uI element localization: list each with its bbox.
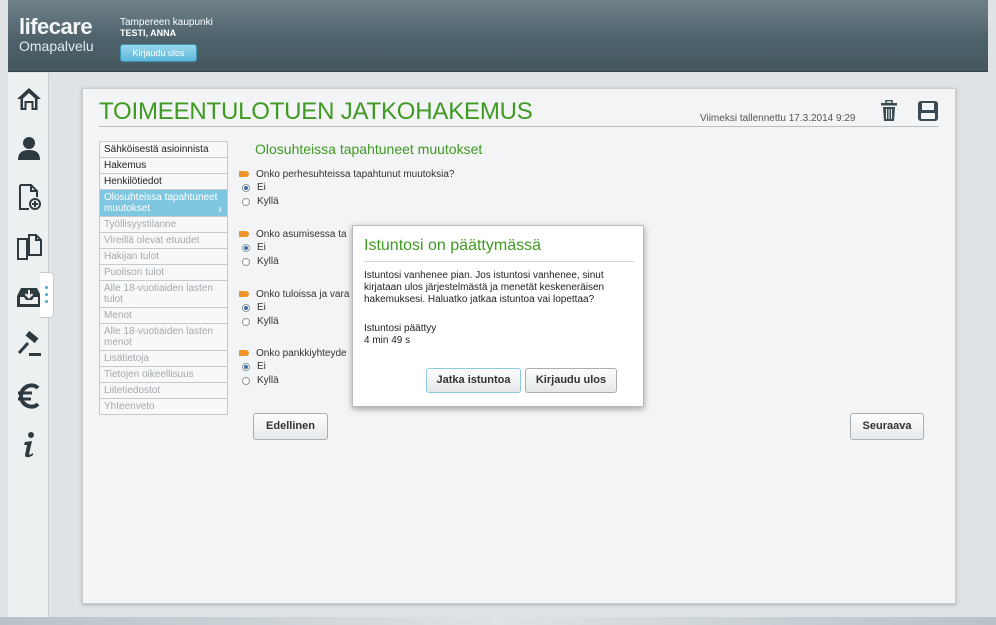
step-item-personal-info[interactable]: Henkilötiedot <box>99 173 228 189</box>
step-item-applicant-income: Hakijan tulot <box>99 248 228 264</box>
dialog-divider <box>364 261 634 262</box>
step-item-attachments: Liitetiedostot <box>99 382 228 398</box>
user-name: TESTI, ANNA <box>120 28 177 38</box>
radio-selected-icon[interactable] <box>242 363 250 371</box>
radio-option-no[interactable]: Ei <box>239 360 347 374</box>
radio-option-yes[interactable]: Kyllä <box>239 195 454 209</box>
step-item-additional-info: Lisätietoja <box>99 350 228 366</box>
radio-icon[interactable] <box>242 377 250 385</box>
sidebar <box>8 73 49 618</box>
euro-icon[interactable] <box>8 376 49 416</box>
last-saved-label: Viimeksi tallennettu 17.3.2014 9:29 <box>700 113 856 124</box>
radio-option-yes[interactable]: Kyllä <box>239 315 349 329</box>
dialog-title: Istuntosi on päättymässä <box>364 237 541 254</box>
radio-option-no[interactable]: Ei <box>239 181 454 195</box>
arrow-icon <box>239 231 249 237</box>
question-income: Onko tuloissa ja vara Ei Kyllä <box>239 288 349 329</box>
sidebar-expand-handle[interactable] <box>40 272 54 318</box>
radio-option-yes[interactable]: Kyllä <box>239 255 347 269</box>
session-status-label: Istuntosi päättyy <box>364 323 437 334</box>
arrow-icon <box>239 171 249 177</box>
step-item-pending-benefits: Vireillä olevat etuudet <box>99 232 228 248</box>
radio-icon[interactable] <box>242 258 250 266</box>
step-item-changes[interactable]: Olosuhteissa tapahtuneet muutokset <box>99 189 228 216</box>
question-family: Onko perhesuhteissa tapahtunut muutoksia… <box>239 168 454 209</box>
person-icon[interactable] <box>8 128 49 168</box>
question-text: Onko perhesuhteissa tapahtunut muutoksia… <box>239 168 454 181</box>
arrow-icon <box>239 291 249 297</box>
step-item-spouse-income: Puolison tulot <box>99 264 228 280</box>
radio-option-yes[interactable]: Kyllä <box>239 374 347 388</box>
radio-selected-icon[interactable] <box>242 184 250 192</box>
organization-name: Tampereen kaupunki <box>120 17 213 28</box>
dialog-message: Istuntosi vanhenee pian. Jos istuntosi v… <box>364 270 605 305</box>
session-timeout-dialog: Istuntosi on päättymässä Istuntosi vanhe… <box>352 225 644 407</box>
previous-button[interactable]: Edellinen <box>253 413 328 440</box>
radio-icon[interactable] <box>242 318 250 326</box>
step-item-children-income: Alle 18-vuotiaiden lasten tulot <box>99 280 228 307</box>
radio-option-no[interactable]: Ei <box>239 241 347 255</box>
dialog-logout-button[interactable]: Kirjaudu ulos <box>525 368 617 393</box>
section-title: Olosuhteissa tapahtuneet muutokset <box>255 141 483 157</box>
question-text: Onko tuloissa ja vara <box>239 288 349 301</box>
window-bottom-edge <box>0 617 996 625</box>
info-icon[interactable] <box>8 425 49 465</box>
step-item-data-correctness: Tietojen oikeellisuus <box>99 366 228 382</box>
step-item-application[interactable]: Hakemus <box>99 157 228 173</box>
session-time-left: 4 min 49 s <box>364 335 411 346</box>
trash-icon[interactable] <box>880 99 898 125</box>
question-housing: Onko asumisessa ta Ei Kyllä <box>239 228 347 269</box>
header-logout-button[interactable]: Kirjaudu ulos <box>120 44 197 62</box>
radio-selected-icon[interactable] <box>242 244 250 252</box>
arrow-icon <box>239 350 249 356</box>
next-button[interactable]: Seuraava <box>850 413 924 440</box>
step-item-children-expenses: Alle 18-vuotiaiden lasten menot <box>99 323 228 350</box>
step-item-employment: Työllisyystilanne <box>99 216 228 232</box>
logo-sub-text: Omapalvelu <box>19 38 94 54</box>
question-text: Onko pankkiyhteyde <box>239 347 347 360</box>
radio-selected-icon[interactable] <box>242 304 250 312</box>
question-bank: Onko pankkiyhteyde Ei Kyllä <box>239 347 347 388</box>
new-document-icon[interactable] <box>8 177 49 217</box>
save-icon[interactable] <box>917 100 939 125</box>
continue-session-button[interactable]: Jatka istuntoa <box>426 368 521 393</box>
app-logo: lifecare Omapalvelu <box>19 14 94 54</box>
app-header: lifecare Omapalvelu Tampereen kaupunki T… <box>8 0 988 72</box>
page-title: TOIMEENTULOTUEN JATKOHAKEMUS <box>99 98 533 125</box>
documents-icon[interactable] <box>8 227 49 267</box>
title-divider <box>99 126 939 127</box>
question-text: Onko asumisessa ta <box>239 228 347 241</box>
logo-main-text: lifecare <box>19 14 93 39</box>
user-info: Tampereen kaupunki TESTI, ANNA <box>120 17 213 38</box>
radio-icon[interactable] <box>242 198 250 206</box>
home-icon[interactable] <box>8 79 49 119</box>
step-navigation: Sähköisestä asioinnista Hakemus Henkilöt… <box>99 141 228 415</box>
step-item-expenses: Menot <box>99 307 228 323</box>
step-item-electronic-service[interactable]: Sähköisestä asioinnista <box>99 141 228 157</box>
gavel-icon[interactable] <box>8 325 49 365</box>
step-item-summary: Yhteenveto <box>99 398 228 415</box>
radio-option-no[interactable]: Ei <box>239 301 349 315</box>
